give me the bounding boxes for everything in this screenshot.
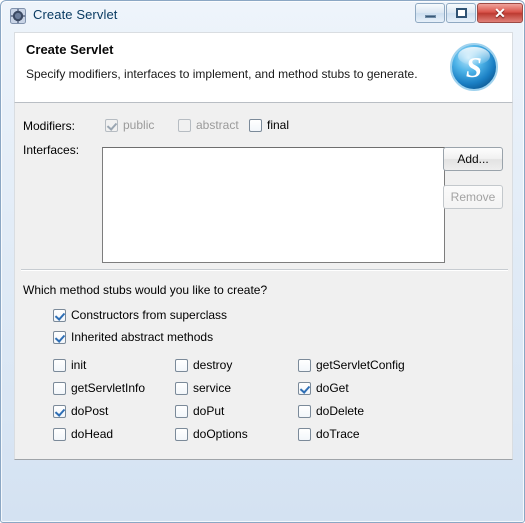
stub-checkbox-dodelete[interactable]: doDelete: [298, 404, 364, 418]
checkbox-icon: [175, 358, 188, 372]
close-button[interactable]: ✕: [477, 3, 523, 23]
checkbox-icon: [53, 404, 66, 418]
stub-checkbox-doget[interactable]: doGet: [298, 381, 349, 395]
stub-checkbox-getservletinfo[interactable]: getServletInfo: [53, 381, 145, 395]
servlet-wizard-logo: S: [446, 39, 502, 95]
checkbox-icon: [175, 381, 188, 395]
create-servlet-dialog: Create Servlet ✕ Create Servlet Specify …: [0, 0, 525, 523]
title-bar[interactable]: Create Servlet ✕: [1, 1, 524, 31]
remove-interface-button: Remove: [443, 185, 503, 209]
stub-label-dopost: doPost: [71, 404, 109, 418]
checkbox-icon: [249, 118, 262, 132]
checkbox-icon: [298, 381, 311, 395]
stub-label-dohead: doHead: [71, 427, 114, 441]
stub-checkbox-dooptions[interactable]: doOptions: [175, 427, 248, 441]
stub-label-dooptions: doOptions: [193, 427, 248, 441]
window-title: Create Servlet: [33, 7, 118, 22]
stub-checkbox-doput[interactable]: doPut: [175, 404, 224, 418]
stub-checkbox-getservletconfig[interactable]: getServletConfig: [298, 358, 405, 372]
servlet-window-icon: [10, 8, 26, 24]
stub-checkbox-dopost[interactable]: doPost: [53, 404, 108, 418]
modifier-checkbox-final[interactable]: final: [249, 118, 289, 132]
checkbox-icon: [53, 381, 66, 395]
stub-checkbox-service[interactable]: service: [175, 381, 231, 395]
add-interface-button[interactable]: Add...: [443, 147, 503, 171]
close-icon: ✕: [494, 5, 506, 21]
restore-icon: [455, 8, 467, 18]
stub-label-getservletconfig: getServletConfig: [316, 358, 405, 372]
stub-label-dodelete: doDelete: [316, 404, 365, 418]
stub-checkbox-inherited-abstract-methods[interactable]: Inherited abstract methods: [53, 330, 213, 344]
stub-label-dotrace: doTrace: [316, 427, 360, 441]
modifier-checkbox-public[interactable]: public: [105, 118, 154, 132]
checkbox-icon: [298, 358, 311, 372]
modifier-checkbox-abstract[interactable]: abstract: [178, 118, 239, 132]
checkbox-icon: [175, 404, 188, 418]
modifier-label-final: final: [267, 118, 290, 132]
section-divider: [21, 269, 508, 270]
checkbox-icon: [53, 330, 66, 344]
stub-label-getservletinfo: getServletInfo: [71, 381, 146, 395]
stub-label-doget: doGet: [316, 381, 349, 395]
dialog-button-bar: ? < Back Next > Finish Cancel: [1, 460, 524, 522]
checkbox-icon: [298, 427, 311, 441]
checkbox-icon: [175, 427, 188, 441]
stub-label-doput: doPut: [193, 404, 225, 418]
stub-label-service: service: [193, 381, 232, 395]
stub-checkbox-dotrace[interactable]: doTrace: [298, 427, 360, 441]
interfaces-list[interactable]: [102, 147, 445, 263]
checkbox-icon: [53, 427, 66, 441]
stub-checkbox-constructors-from-superclass[interactable]: Constructors from superclass: [53, 308, 227, 322]
checkbox-icon: [298, 404, 311, 418]
checkbox-icon: [105, 118, 118, 132]
stub-checkbox-init[interactable]: init: [53, 358, 86, 372]
stub-label-destroy: destroy: [193, 358, 233, 372]
stub-label-init: init: [71, 358, 87, 372]
modifiers-label: Modifiers:: [23, 119, 76, 133]
checkbox-icon: [53, 358, 66, 372]
page-description: Specify modifiers, interfaces to impleme…: [26, 67, 418, 81]
method-stubs-question: Which method stubs would you like to cre…: [23, 283, 268, 297]
window-controls: ✕: [414, 3, 523, 25]
checkbox-icon: [178, 118, 191, 132]
stub-checkbox-destroy[interactable]: destroy: [175, 358, 232, 372]
stub-label-inherited-abstract-methods: Inherited abstract methods: [71, 330, 214, 344]
page-title: Create Servlet: [26, 42, 114, 57]
minimize-icon: [424, 14, 436, 18]
svg-text:S: S: [466, 52, 482, 84]
modifier-label-public: public: [123, 118, 155, 132]
stub-checkbox-dohead[interactable]: doHead: [53, 427, 113, 441]
modifier-label-abstract: abstract: [196, 118, 239, 132]
minimize-button[interactable]: [415, 3, 445, 23]
interfaces-label: Interfaces:: [23, 143, 80, 157]
wizard-content: Modifiers: public abstract final Interfa…: [14, 103, 513, 460]
restore-button[interactable]: [446, 3, 476, 23]
stub-label-constructors-from-superclass: Constructors from superclass: [71, 308, 228, 322]
checkbox-icon: [53, 308, 66, 322]
wizard-header: Create Servlet Specify modifiers, interf…: [14, 32, 513, 103]
